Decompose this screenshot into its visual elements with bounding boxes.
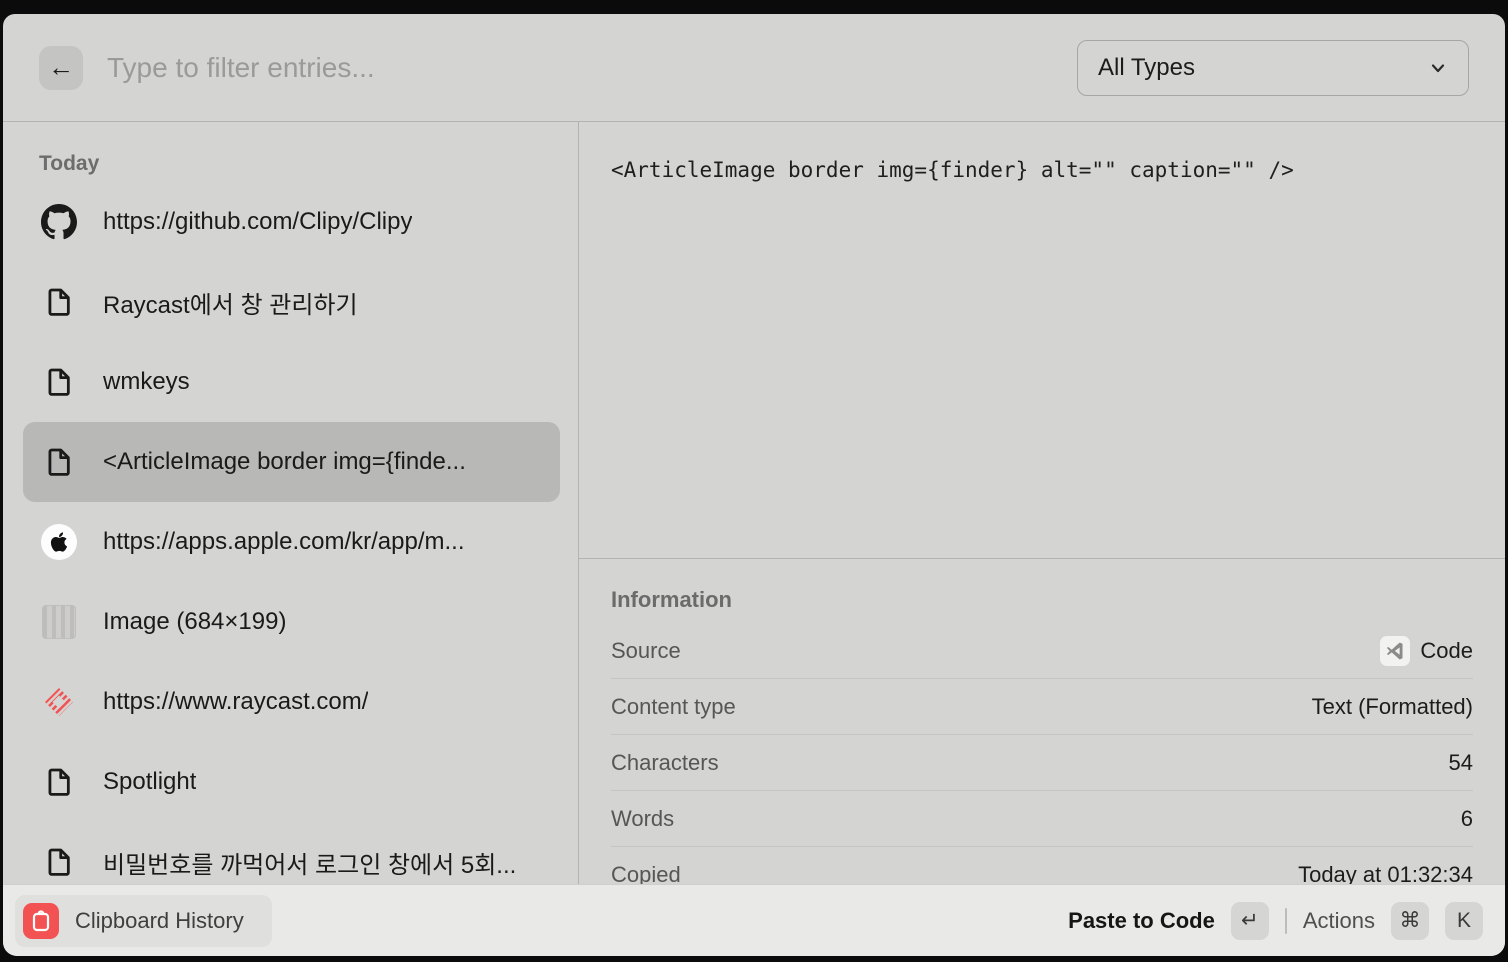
entry-label: Raycast에서 창 관리하기 bbox=[103, 285, 358, 320]
info-label: Words bbox=[611, 806, 674, 832]
info-row-copied: Copied Today at 01:32:34 bbox=[611, 847, 1473, 884]
image-thumbnail bbox=[41, 604, 77, 640]
entry-label: Spotlight bbox=[103, 768, 196, 796]
list-item[interactable]: wmkeys bbox=[23, 342, 560, 422]
document-icon bbox=[41, 284, 77, 320]
footer-divider bbox=[1285, 908, 1287, 934]
info-label: Copied bbox=[611, 862, 681, 884]
content-preview: <ArticleImage border img={finder} alt=""… bbox=[579, 122, 1505, 558]
app-name: Clipboard History bbox=[75, 908, 244, 934]
action-bar: Clipboard History Paste to Code ↵ Action… bbox=[3, 884, 1505, 956]
type-filter-dropdown[interactable]: All Types bbox=[1077, 40, 1469, 96]
entry-label: https://apps.apple.com/kr/app/m... bbox=[103, 528, 465, 556]
list-item[interactable]: Raycast에서 창 관리하기 bbox=[23, 262, 560, 342]
entry-label: 비밀번호를 까먹어서 로그인 창에서 5회... bbox=[103, 845, 516, 880]
clipboard-icon bbox=[23, 903, 59, 939]
main-split: Today https://github.com/Clipy/Clipy Ray… bbox=[3, 122, 1505, 884]
search-input[interactable] bbox=[107, 52, 1077, 84]
vscode-icon bbox=[1380, 636, 1410, 666]
apple-icon bbox=[41, 524, 77, 560]
detail-panel: <ArticleImage border img={finder} alt=""… bbox=[579, 122, 1505, 884]
type-filter-value: All Types bbox=[1098, 54, 1195, 82]
entry-label: Image (684×199) bbox=[103, 608, 286, 636]
info-row-characters: Characters 54 bbox=[611, 735, 1473, 791]
document-icon bbox=[41, 844, 77, 880]
raycast-icon bbox=[41, 684, 77, 720]
entry-label: <ArticleImage border img={finde... bbox=[103, 448, 466, 476]
back-arrow-icon: ← bbox=[48, 52, 74, 83]
document-icon bbox=[41, 364, 77, 400]
list-item[interactable]: https://github.com/Clipy/Clipy bbox=[23, 182, 560, 262]
info-label: Source bbox=[611, 638, 681, 664]
return-key-badge: ↵ bbox=[1231, 902, 1269, 940]
clipboard-history-window: ← All Types Today https://github.com/Cli… bbox=[3, 14, 1505, 956]
document-icon bbox=[41, 764, 77, 800]
info-label: Characters bbox=[611, 750, 719, 776]
section-label-today: Today bbox=[39, 152, 560, 176]
info-label: Content type bbox=[611, 694, 736, 720]
copied-code-text: <ArticleImage border img={finder} alt=""… bbox=[611, 158, 1473, 182]
list-item[interactable]: Spotlight bbox=[23, 742, 560, 822]
chevron-down-icon bbox=[1428, 58, 1448, 78]
app-pill: Clipboard History bbox=[15, 895, 272, 947]
entries-list: Today https://github.com/Clipy/Clipy Ray… bbox=[3, 122, 579, 884]
info-value: Code bbox=[1380, 636, 1473, 666]
info-row-content-type: Content type Text (Formatted) bbox=[611, 679, 1473, 735]
source-value: Code bbox=[1420, 638, 1473, 664]
information-title: Information bbox=[611, 587, 1473, 613]
command-key-badge: ⌘ bbox=[1391, 902, 1429, 940]
github-icon bbox=[41, 204, 77, 240]
document-icon bbox=[41, 444, 77, 480]
list-item[interactable]: https://www.raycast.com/ bbox=[23, 662, 560, 742]
info-value: 54 bbox=[1449, 750, 1473, 776]
information-section: Information Source Code Content type Tex… bbox=[579, 558, 1505, 884]
back-button[interactable]: ← bbox=[39, 46, 83, 90]
list-item[interactable]: Image (684×199) bbox=[23, 582, 560, 662]
info-value: Text (Formatted) bbox=[1312, 694, 1473, 720]
entry-label: https://www.raycast.com/ bbox=[103, 688, 368, 716]
info-value: 6 bbox=[1461, 806, 1473, 832]
top-bar: ← All Types bbox=[3, 14, 1505, 122]
k-key-badge: K bbox=[1445, 902, 1483, 940]
entry-label: https://github.com/Clipy/Clipy bbox=[103, 208, 412, 236]
paste-to-code-button[interactable]: Paste to Code bbox=[1068, 908, 1215, 934]
list-item[interactable]: 비밀번호를 까먹어서 로그인 창에서 5회... bbox=[23, 822, 560, 884]
actions-button[interactable]: Actions bbox=[1303, 908, 1375, 934]
info-row-source: Source Code bbox=[611, 623, 1473, 679]
info-row-words: Words 6 bbox=[611, 791, 1473, 847]
footer-actions: Paste to Code ↵ Actions ⌘ K bbox=[1068, 902, 1483, 940]
list-item-selected[interactable]: <ArticleImage border img={finde... bbox=[23, 422, 560, 502]
entry-label: wmkeys bbox=[103, 368, 190, 396]
info-value: Today at 01:32:34 bbox=[1298, 862, 1473, 884]
list-item[interactable]: https://apps.apple.com/kr/app/m... bbox=[23, 502, 560, 582]
